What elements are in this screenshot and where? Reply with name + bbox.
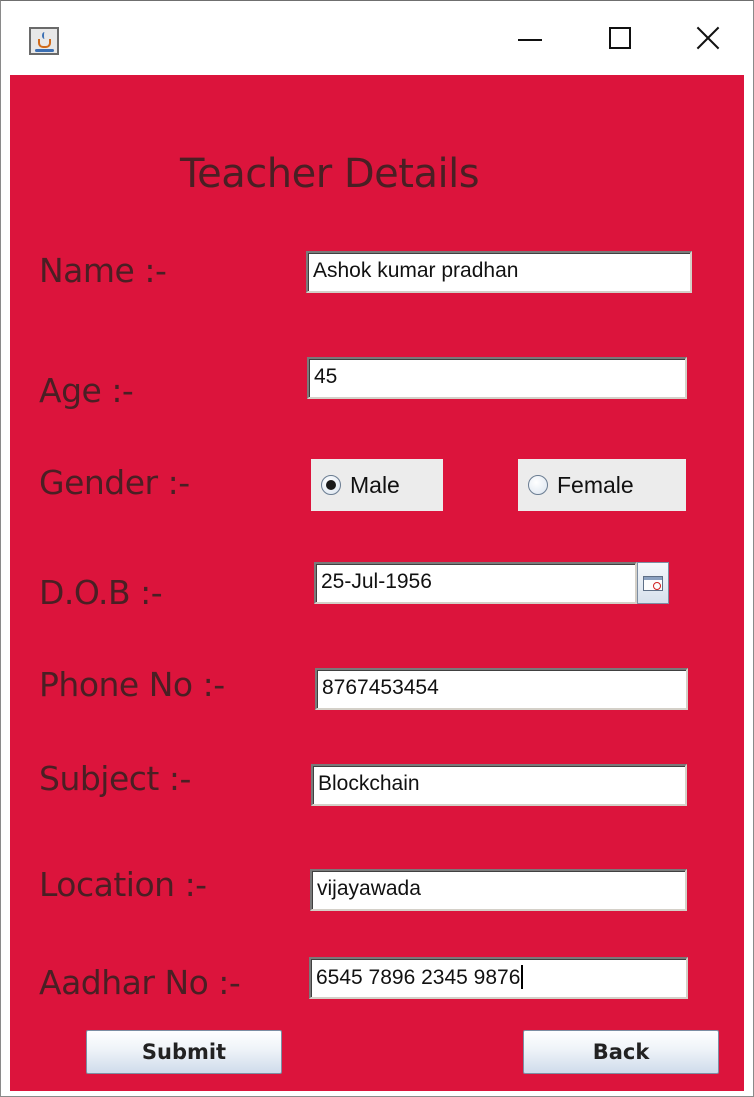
subject-label: Subject :- <box>39 759 191 798</box>
gender-female-label: Female <box>557 471 634 498</box>
page-title: Teacher Details <box>180 151 480 197</box>
gender-male-label: Male <box>350 471 400 498</box>
teacher-details-window: Teacher Details Name :- Ashok kumar prad… <box>0 0 754 1097</box>
close-icon <box>695 25 721 51</box>
back-button[interactable]: Back <box>523 1030 719 1074</box>
aadhar-field[interactable]: 6545 7896 2345 9876 <box>309 957 688 999</box>
aadhar-value: 6545 7896 2345 9876 <box>316 966 521 989</box>
gender-female-radio[interactable]: Female <box>518 459 686 511</box>
phone-field[interactable]: 8767453454 <box>315 668 688 710</box>
date-picker-button[interactable] <box>637 562 669 604</box>
name-label: Name :- <box>39 251 167 290</box>
title-bar[interactable] <box>1 1 753 75</box>
submit-button[interactable]: Submit <box>86 1030 282 1074</box>
text-cursor <box>521 965 524 989</box>
aadhar-label: Aadhar No :- <box>39 963 241 1002</box>
dob-field[interactable]: 25-Jul-1956 <box>314 562 637 604</box>
name-field[interactable]: Ashok kumar pradhan <box>306 251 692 293</box>
form-panel: Teacher Details Name :- Ashok kumar prad… <box>10 75 744 1091</box>
location-label: Location :- <box>39 865 207 904</box>
calendar-icon <box>643 575 663 591</box>
location-field[interactable]: vijayawada <box>310 869 687 911</box>
phone-label: Phone No :- <box>39 665 225 704</box>
radio-selected-icon <box>321 475 341 495</box>
maximize-icon <box>609 27 631 49</box>
java-icon[interactable] <box>29 27 59 55</box>
gender-label: Gender :- <box>39 463 190 502</box>
minimize-button[interactable] <box>485 1 575 75</box>
age-label: Age :- <box>39 371 134 410</box>
dob-label: D.O.B :- <box>39 573 163 612</box>
age-field[interactable]: 45 <box>307 357 687 399</box>
close-button[interactable] <box>663 1 753 75</box>
minimize-icon <box>518 39 542 41</box>
radio-unselected-icon <box>528 475 548 495</box>
subject-field[interactable]: Blockchain <box>311 764 687 806</box>
maximize-button[interactable] <box>575 1 665 75</box>
gender-male-radio[interactable]: Male <box>311 459 443 511</box>
